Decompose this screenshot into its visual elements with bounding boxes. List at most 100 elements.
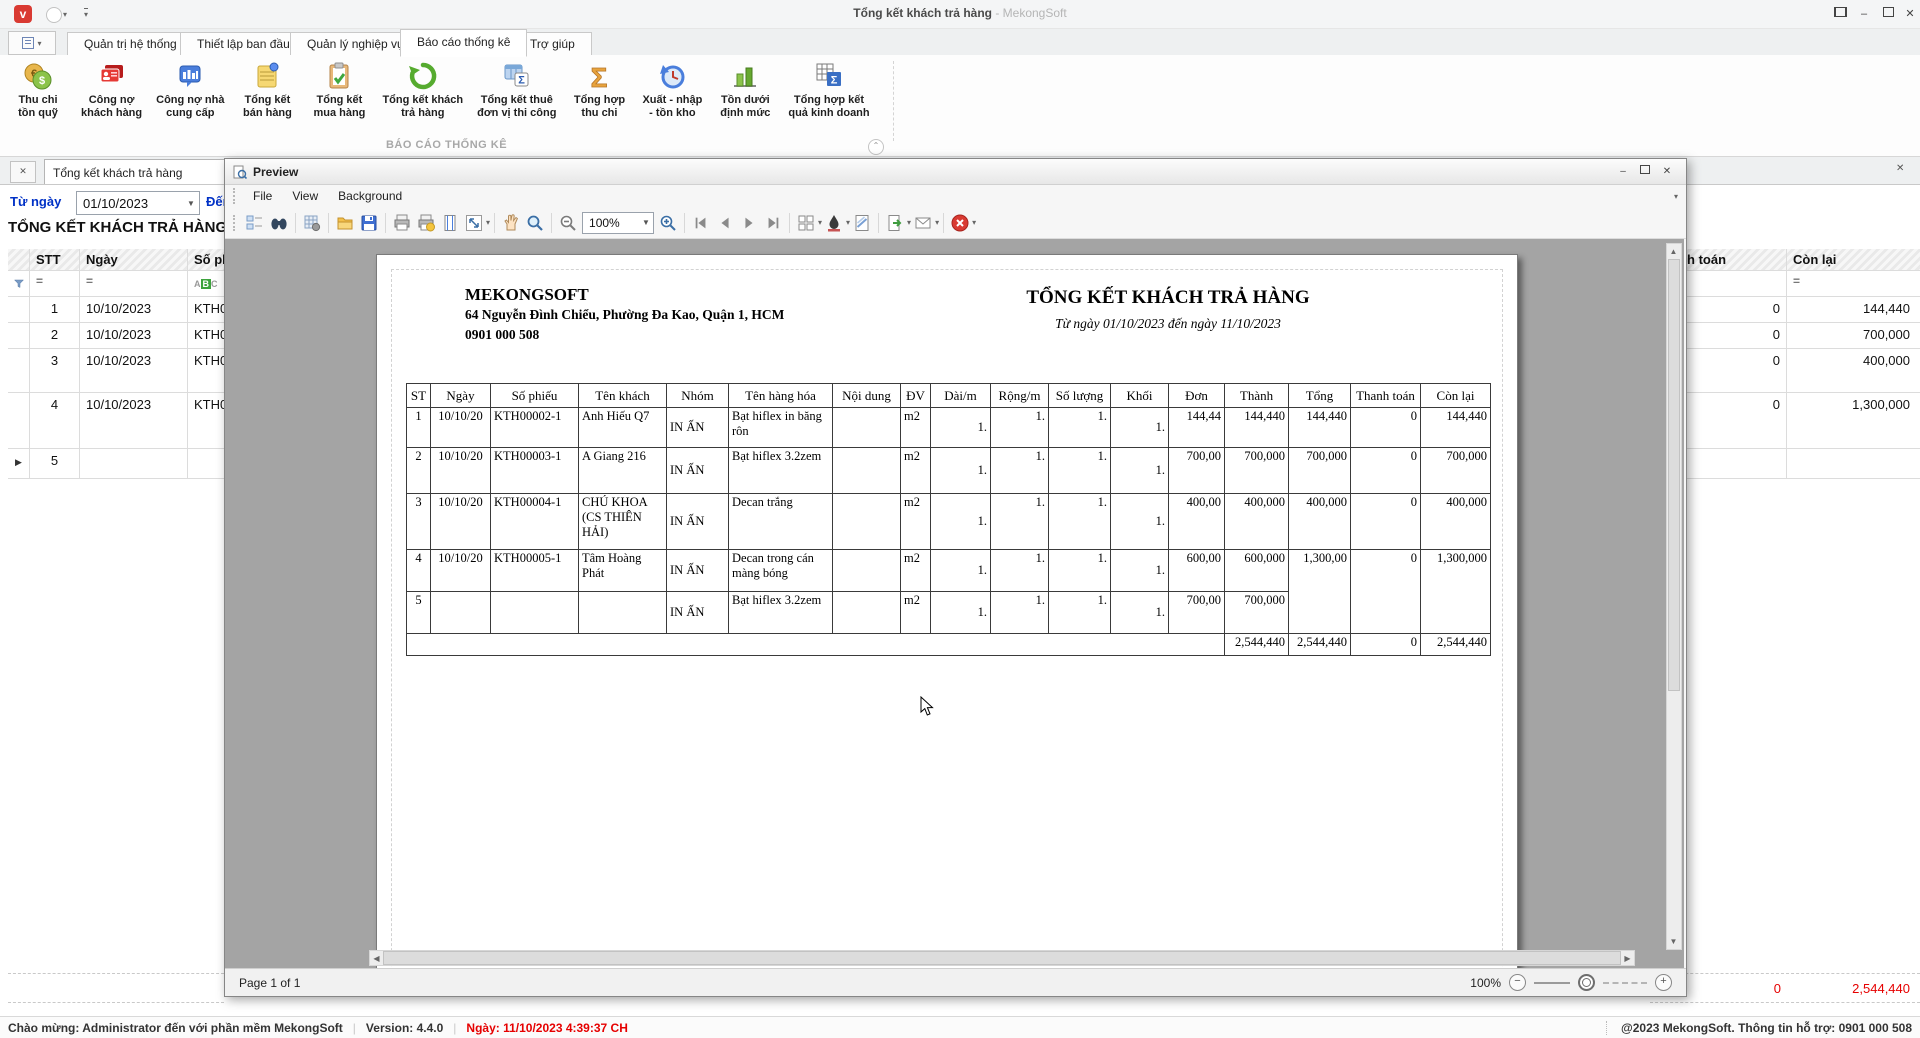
save-button[interactable]: [357, 211, 381, 235]
chevron-down-icon[interactable]: ▼: [183, 199, 199, 208]
column-header-ngay[interactable]: Ngày: [80, 249, 188, 271]
next-page-button[interactable]: [737, 211, 761, 235]
zoom-out-icon[interactable]: −: [1509, 974, 1526, 991]
funnel-icon: [14, 279, 24, 289]
ribbon-item-cong-no-khach-hang[interactable]: Công nợkhách hàng: [74, 57, 149, 120]
tabstrip-close-icon[interactable]: ✕: [1896, 163, 1904, 174]
document-map-button[interactable]: [243, 211, 267, 235]
fullscreen-button[interactable]: [1830, 7, 1850, 21]
email-button[interactable]: [911, 211, 935, 235]
toolbar-grip[interactable]: [233, 215, 235, 231]
horizontal-scrollbar[interactable]: ◀ ▶: [369, 950, 1635, 966]
ribbon-label: Xuất - nhập: [642, 94, 702, 106]
menu-view[interactable]: View: [282, 189, 328, 203]
report-cell: 400,00: [1169, 494, 1225, 550]
zoom-in-icon[interactable]: +: [1655, 974, 1672, 991]
tab-quan-tri-he-thong[interactable]: Quản trị hệ thống: [67, 32, 194, 56]
ribbon-item-tong-hop-thu-chi[interactable]: Σ Tổng hợpthu chi: [563, 57, 635, 120]
menubar-overflow-icon[interactable]: ▾: [1674, 192, 1678, 201]
app-menu-button[interactable]: ▾: [8, 31, 56, 55]
report-cell: 1.: [1111, 494, 1169, 550]
column-header-stt[interactable]: STT: [30, 249, 80, 271]
tab-bao-cao-thong-ke[interactable]: Báo cáo thống kê: [400, 29, 527, 57]
cell-stt: 2: [30, 323, 80, 349]
from-date-input[interactable]: 01/10/2023 ▼: [76, 191, 200, 215]
close-dropdown-icon[interactable]: ▾: [972, 218, 976, 227]
zoom-slider-knob[interactable]: [1578, 974, 1595, 991]
filter-cell-ngay[interactable]: =: [80, 271, 188, 297]
scrollbar-thumb[interactable]: [383, 951, 1621, 965]
last-page-button[interactable]: [761, 211, 785, 235]
scroll-left-icon[interactable]: ◀: [370, 952, 383, 965]
cell-con-lai: 144,440: [1787, 297, 1920, 323]
chevron-down-icon[interactable]: ▼: [639, 218, 653, 227]
watermark-button[interactable]: [850, 211, 874, 235]
menu-background[interactable]: Background: [328, 189, 412, 203]
table-row[interactable]: 0 1,300,000: [1650, 393, 1920, 449]
scrollbar-thumb[interactable]: [1668, 259, 1680, 691]
tab-thiet-lap-ban-dau[interactable]: Thiết lập ban đầu: [180, 32, 307, 56]
print-button[interactable]: [390, 211, 414, 235]
page-color-button[interactable]: [822, 211, 846, 235]
zoom-slider-track[interactable]: [1534, 982, 1570, 984]
ribbon-item-thu-chi-ton-quy[interactable]: €$ Thu chitồn quỹ: [2, 57, 74, 120]
multiple-pages-button[interactable]: [794, 211, 818, 235]
scale-dropdown-icon[interactable]: ▾: [486, 218, 490, 227]
preview-close-button[interactable]: ✕: [1656, 164, 1678, 179]
table-row[interactable]: 0 700,000: [1650, 323, 1920, 349]
zoom-out-button[interactable]: [556, 211, 580, 235]
close-button[interactable]: ✕: [1900, 7, 1920, 21]
filter-cell-stt[interactable]: =: [30, 271, 80, 297]
ribbon-collapse-icon[interactable]: ⌃: [868, 139, 884, 155]
vertical-scrollbar[interactable]: ▲ ▼: [1666, 243, 1682, 950]
email-dropdown-icon[interactable]: ▾: [935, 218, 939, 227]
ribbon-item-tong-ket-khach-tra-hang[interactable]: Tổng kết kháchtrả hàng: [375, 57, 470, 120]
ribbon-item-tong-hop-ket-qua[interactable]: Σ Tổng hợp kếtquả kinh doanh: [781, 57, 876, 120]
scroll-up-icon[interactable]: ▲: [1667, 245, 1680, 258]
quick-print-button[interactable]: [414, 211, 438, 235]
ribbon-item-tong-ket-thue-don-vi[interactable]: Σ Tổng kết thuêđơn vị thi công: [470, 57, 563, 120]
ribbon-item-tong-ket-ban-hang[interactable]: Tổng kếtbán hàng: [231, 57, 303, 120]
preview-maximize-button[interactable]: [1634, 164, 1656, 179]
report-cell: 400,000: [1225, 494, 1289, 550]
open-button[interactable]: [333, 211, 357, 235]
zoom-value: 100%: [583, 216, 639, 230]
ribbon-item-cong-no-nha-cung-cap[interactable]: Công nợ nhàcung cấp: [149, 57, 231, 120]
first-page-button[interactable]: [689, 211, 713, 235]
filter-cell-con-lai[interactable]: =: [1787, 271, 1920, 297]
column-header-con-lai[interactable]: Còn lại: [1787, 249, 1920, 271]
scroll-down-icon[interactable]: ▼: [1667, 935, 1680, 948]
scroll-right-icon[interactable]: ▶: [1621, 952, 1634, 965]
menubar-grip[interactable]: [233, 188, 235, 204]
prev-page-button[interactable]: [713, 211, 737, 235]
preview-minimize-button[interactable]: –: [1612, 164, 1634, 179]
zoom-slider-track[interactable]: [1603, 982, 1647, 984]
ribbon-item-tong-ket-mua-hang[interactable]: Tổng kếtmua hàng: [303, 57, 375, 120]
report-total-spacer: [407, 634, 1225, 656]
magnifier-button[interactable]: [523, 211, 547, 235]
report-total-row: 2,544,440 2,544,440 0 2,544,440: [407, 634, 1491, 656]
customize-button[interactable]: [300, 211, 324, 235]
minimize-button[interactable]: –: [1854, 7, 1874, 21]
close-preview-button[interactable]: [948, 211, 972, 235]
zoom-combo[interactable]: 100% ▼: [582, 212, 654, 234]
zoom-in-button[interactable]: [656, 211, 680, 235]
restore-button[interactable]: [1878, 7, 1898, 21]
menu-file[interactable]: File: [243, 189, 282, 203]
export-button[interactable]: [883, 211, 907, 235]
svg-text:Σ: Σ: [518, 75, 525, 87]
preview-titlebar[interactable]: Preview – ✕: [225, 159, 1686, 185]
table-row[interactable]: [1650, 449, 1920, 479]
table-row[interactable]: 0 400,000: [1650, 349, 1920, 393]
report-cell: IN ẤN: [667, 448, 729, 494]
report-cell: 10/10/20: [431, 494, 491, 550]
page-setup-button[interactable]: [438, 211, 462, 235]
close-document-button[interactable]: ✕: [10, 161, 36, 183]
scale-button[interactable]: [462, 211, 486, 235]
ribbon-item-xuat-nhap-ton-kho[interactable]: Xuất - nhập- tồn kho: [635, 57, 709, 120]
ribbon-item-ton-duoi-dinh-muc[interactable]: Tồn dướiđịnh mức: [709, 57, 781, 120]
hand-tool-button[interactable]: [499, 211, 523, 235]
search-button[interactable]: [267, 211, 291, 235]
app-statusbar: Chào mừng: Administrator đến với phần mề…: [0, 1016, 1920, 1038]
table-row[interactable]: 0 144,440: [1650, 297, 1920, 323]
